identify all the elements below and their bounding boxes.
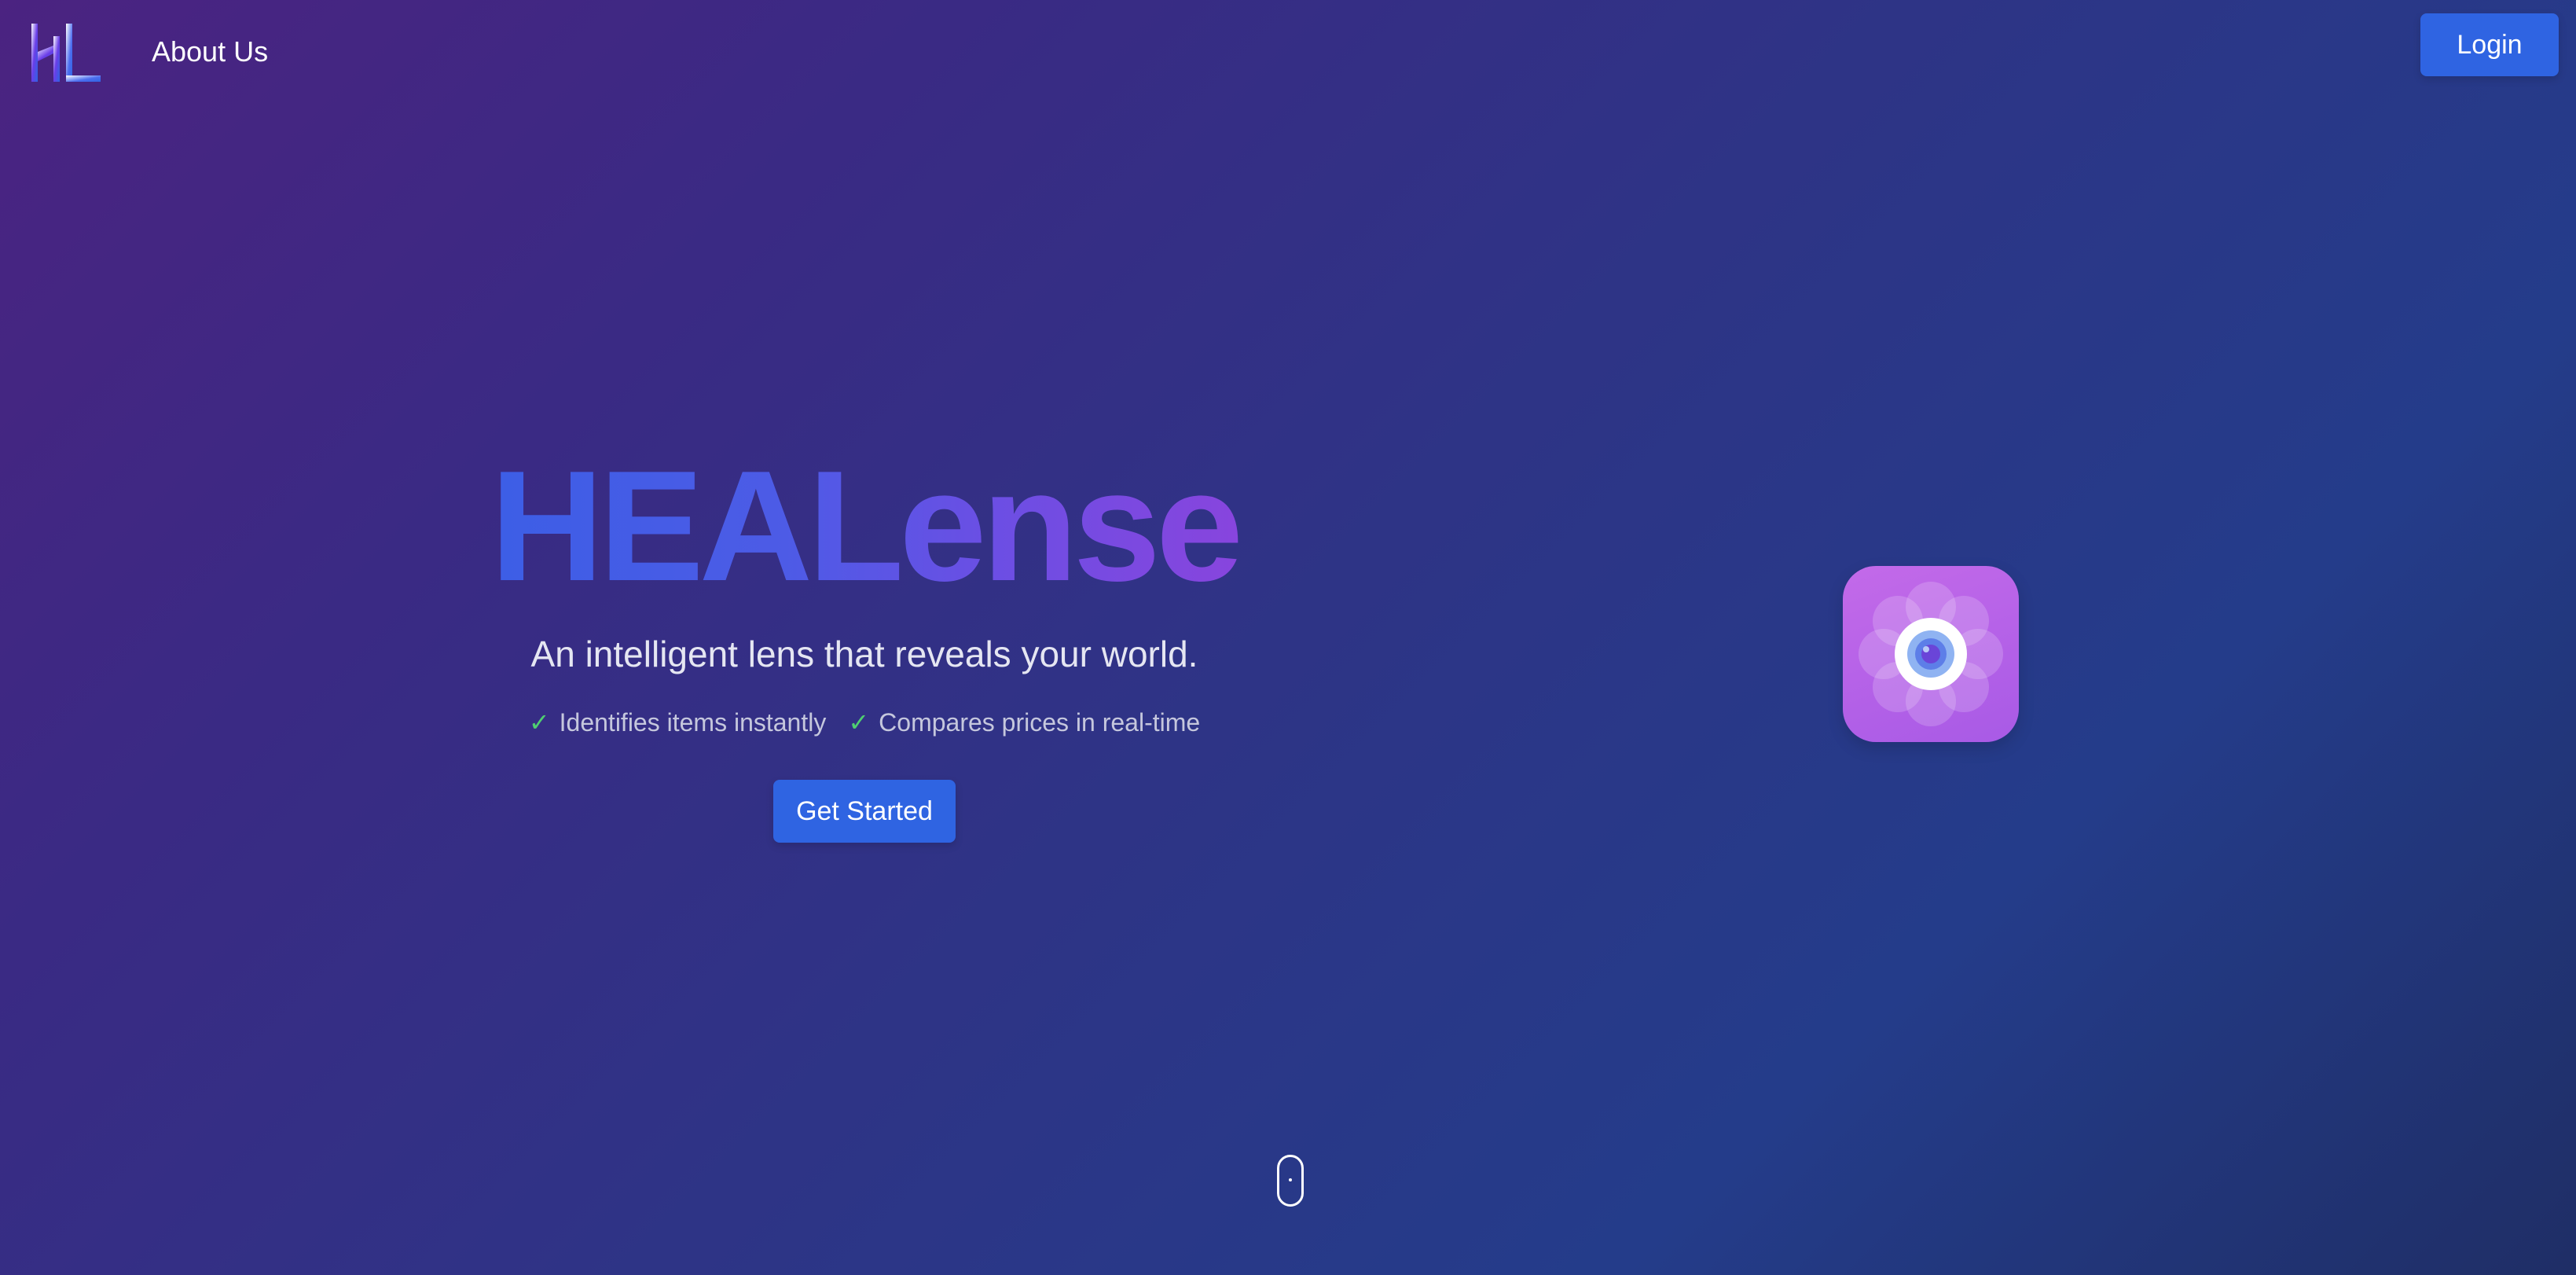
get-started-button[interactable]: Get Started — [773, 780, 956, 843]
feature-list: ✓ Identifies items instantly ✓ Compares … — [472, 707, 1257, 737]
hero-section: HEALense An intelligent lens that reveal… — [472, 440, 1257, 843]
feature-item: ✓ Identifies items instantly — [529, 707, 827, 737]
check-icon: ✓ — [528, 708, 550, 737]
feature-item: ✓ Compares prices in real-time — [848, 707, 1200, 737]
login-button[interactable]: Login — [2420, 13, 2559, 76]
feature-label: Identifies items instantly — [559, 707, 827, 737]
hero-title: HEALense — [472, 440, 1257, 613]
nav-about-us[interactable]: About Us — [152, 33, 268, 71]
camera-lens-flower-icon — [1859, 582, 2003, 726]
app-icon — [1843, 566, 2019, 742]
hl-logo-icon — [31, 24, 101, 82]
feature-label: Compares prices in real-time — [879, 707, 1201, 737]
logo[interactable] — [30, 20, 102, 85]
scroll-dot — [1289, 1178, 1292, 1181]
mouse-scroll-icon[interactable] — [1277, 1155, 1304, 1207]
check-icon: ✓ — [848, 708, 870, 737]
hero-subtitle: An intelligent lens that reveals your wo… — [530, 634, 1198, 674]
